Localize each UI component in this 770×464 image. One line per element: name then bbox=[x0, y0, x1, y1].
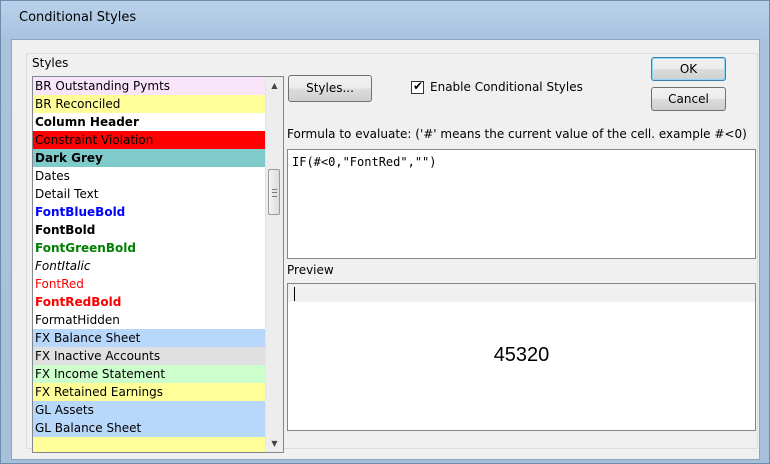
formula-label: Formula to evaluate: ('#' means the curr… bbox=[287, 127, 747, 141]
style-list-item[interactable]: FormatHidden bbox=[33, 311, 266, 329]
style-list-item[interactable]: FontGreenBold bbox=[33, 239, 266, 257]
style-list-item[interactable]: FX Inactive Accounts bbox=[33, 347, 266, 365]
style-list-item[interactable]: Detail Text bbox=[33, 185, 266, 203]
style-list-item[interactable]: BR Reconciled bbox=[33, 95, 266, 113]
style-list-item[interactable]: FontItalic bbox=[33, 257, 266, 275]
style-list-item[interactable]: BR Outstanding Pymts bbox=[33, 77, 266, 95]
style-list-item[interactable]: FX Income Statement bbox=[33, 365, 266, 383]
scroll-thumb[interactable] bbox=[268, 169, 280, 215]
style-list-item[interactable]: FontBold bbox=[33, 221, 266, 239]
grip-icon bbox=[272, 189, 277, 197]
styles-scrollbar[interactable]: ▲ ▼ bbox=[265, 77, 283, 452]
style-list-item[interactable]: FontRedBold bbox=[33, 293, 266, 311]
styles-listbox[interactable]: BR Outstanding Pymts BR Reconciled Column … bbox=[32, 76, 284, 453]
preview-cell-row bbox=[288, 284, 755, 302]
formula-text: IF(#<0,"FontRed","") bbox=[292, 155, 437, 169]
preview-label: Preview bbox=[287, 263, 334, 277]
window-title: Conditional Styles bbox=[19, 10, 137, 25]
styles-list: BR Outstanding Pymts BR Reconciled Column … bbox=[33, 77, 266, 452]
styles-button[interactable]: Styles... bbox=[288, 75, 372, 102]
style-list-item[interactable]: Constraint Violation bbox=[33, 131, 266, 149]
style-list-item[interactable]: FontBlueBold bbox=[33, 203, 266, 221]
styles-label: Styles bbox=[32, 56, 69, 70]
style-list-item[interactable]: FX Balance Sheet bbox=[33, 329, 266, 347]
preview-value: 45320 bbox=[493, 344, 550, 366]
text-caret bbox=[294, 287, 295, 301]
enable-conditional-styles-checkbox[interactable]: ✔ bbox=[411, 79, 424, 94]
formula-input[interactable]: IF(#<0,"FontRed","") bbox=[287, 149, 756, 259]
style-list-item[interactable]: GL Balance Sheet bbox=[33, 419, 266, 437]
enable-conditional-styles-label[interactable]: Enable Conditional Styles bbox=[430, 80, 583, 94]
style-list-item[interactable]: GL Assets bbox=[33, 401, 266, 419]
scroll-down-arrow-icon[interactable]: ▼ bbox=[266, 435, 283, 452]
preview-pane: 45320 bbox=[287, 283, 756, 431]
style-list-item[interactable]: Dark Grey bbox=[33, 149, 266, 167]
style-list-item[interactable]: Column Header bbox=[33, 113, 266, 131]
title-bar[interactable]: Conditional Styles bbox=[1, 1, 769, 39]
style-list-item[interactable]: Dates bbox=[33, 167, 266, 185]
ok-button[interactable]: OK bbox=[651, 57, 726, 81]
style-list-item[interactable]: FX Retained Earnings bbox=[33, 383, 266, 401]
style-list-item[interactable]: FontRed bbox=[33, 275, 266, 293]
style-list-item[interactable] bbox=[33, 437, 266, 452]
cancel-button[interactable]: Cancel bbox=[651, 87, 726, 111]
scroll-up-arrow-icon[interactable]: ▲ bbox=[266, 77, 283, 94]
check-mark-icon: ✔ bbox=[413, 79, 424, 93]
